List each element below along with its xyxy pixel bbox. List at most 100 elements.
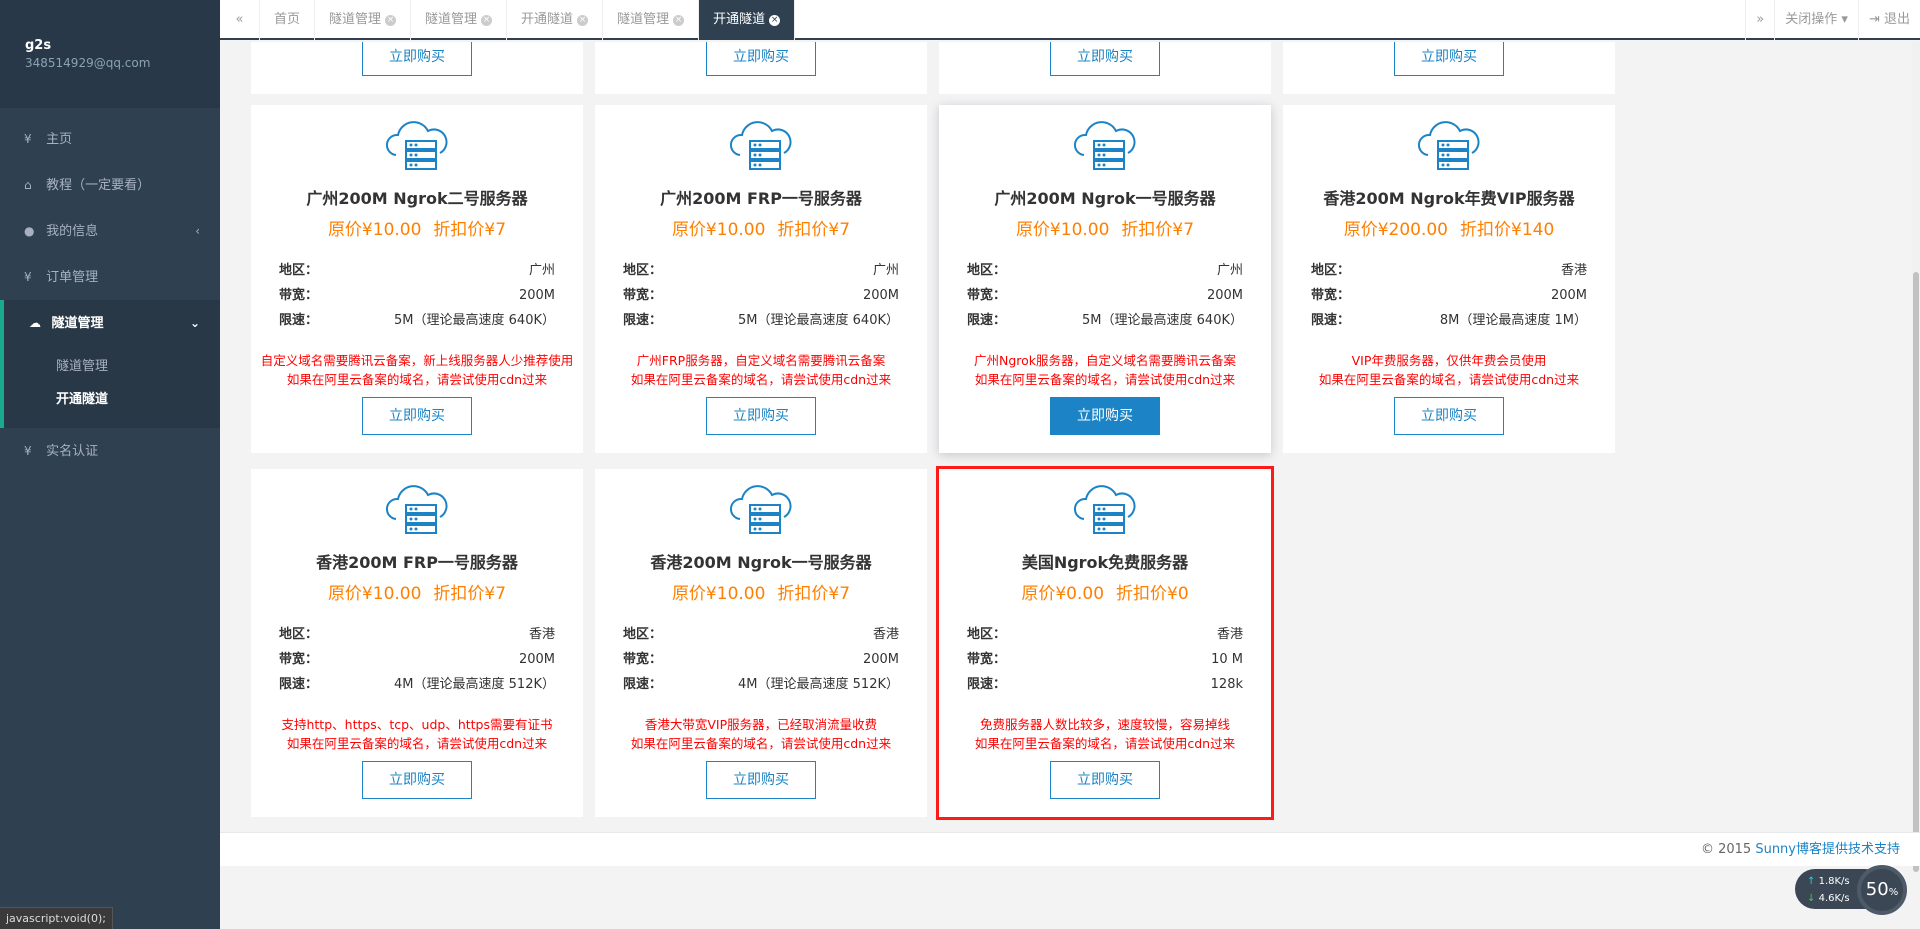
region-value: 香港: [1216, 627, 1243, 642]
browser-status-bar: javascript:void(0);: [0, 907, 113, 929]
logout-button[interactable]: ⇥ 退出: [1857, 0, 1920, 40]
tab-tunnel-manage[interactable]: 隧道管理 ×: [603, 0, 700, 40]
close-icon[interactable]: ×: [385, 15, 397, 26]
scroll-tabs-right-button[interactable]: »: [1745, 0, 1774, 40]
region-value: 香港: [528, 627, 555, 642]
server-card: 香港200M Ngrok年费VIP服务器 原价¥200.00 折扣价¥140 地区…: [1283, 105, 1615, 453]
buy-button[interactable]: 立即购买: [706, 761, 816, 799]
main-content: 立即购买 立即购买 立即购买 立即购买 广州200M Ngrok二号服务器 原价…: [220, 42, 1920, 832]
close-operations-dropdown[interactable]: 关闭操作 ▾: [1774, 0, 1858, 40]
speed-unit: K/s: [1834, 893, 1850, 904]
user-profile[interactable]: g2s 348514929@qq.com: [0, 0, 220, 108]
card-partial: 立即购买: [251, 42, 583, 94]
buy-button[interactable]: 立即购买: [1050, 397, 1160, 435]
buy-button[interactable]: 立即购买: [362, 42, 472, 76]
region-value: 香港: [1560, 263, 1587, 278]
buy-button[interactable]: 立即购买: [1394, 397, 1504, 435]
buy-button[interactable]: 立即购买: [706, 397, 816, 435]
bandwidth-label: 带宽：: [1311, 288, 1351, 303]
bandwidth-label: 带宽：: [623, 652, 663, 667]
server-title: 香港200M FRP一号服务器: [316, 553, 518, 572]
spec-list: 地区： 香港 带宽： 200M 限速： 8M（理论最高速度 1M）: [1311, 258, 1587, 333]
scrollbar-thumb[interactable]: [1913, 272, 1919, 872]
note-line: 如果在阿里云备案的域名，请尝试使用cdn过来: [630, 736, 892, 751]
limit-label: 限速：: [279, 313, 319, 328]
buy-button[interactable]: 立即购买: [362, 761, 472, 799]
upload-speed: 1.8: [1818, 876, 1835, 887]
tab-home[interactable]: 首页: [260, 0, 316, 40]
cloud-server-icon: [386, 485, 448, 534]
sidebar-item-my-info[interactable]: ● 我的信息 ‹: [0, 208, 220, 254]
buy-button[interactable]: 立即购买: [1394, 42, 1504, 76]
price: 原价¥200.00 折扣价¥140: [1283, 215, 1615, 240]
sidebar-item-home[interactable]: ¥ 主页: [0, 116, 220, 162]
note-line: 支持http、https、tcp、udp、https需要有证书: [281, 717, 553, 732]
discount-price: 折扣价¥7: [777, 220, 851, 240]
page-scrollbar[interactable]: [1912, 42, 1920, 872]
bandwidth-value: 200M: [518, 652, 555, 667]
tab-label: 隧道管理: [329, 12, 382, 27]
sidebar-subitem-open-tunnel[interactable]: 开通隧道: [4, 383, 220, 416]
sidebar-item-tutorial[interactable]: ⌂ 教程（一定要看）: [0, 162, 220, 208]
price: 原价¥10.00 折扣价¥7: [595, 215, 927, 240]
region-label: 地区：: [1311, 263, 1351, 278]
scroll-tabs-left-button[interactable]: «: [220, 0, 260, 40]
percent-value: 50: [1865, 879, 1889, 900]
server-note: 自定义域名需要腾讯云备案，新上线服务器人少推荐使用 如果在阿里云备案的域名，请尝试…: [251, 351, 583, 389]
bandwidth-value: 200M: [518, 288, 555, 303]
close-icon[interactable]: ×: [577, 15, 589, 26]
limit-value: 8M（理论最高速度 1M）: [1439, 313, 1587, 328]
copyright-text: © 2015: [1700, 842, 1756, 857]
price: 原价¥10.00 折扣价¥7: [595, 579, 927, 604]
buy-button[interactable]: 立即购买: [706, 42, 816, 76]
close-icon[interactable]: ×: [481, 15, 493, 26]
original-price: 原价¥10.00: [327, 584, 422, 604]
server-note: 香港大带宽VIP服务器，已经取消流量收费 如果在阿里云备案的域名，请尝试使用cdn…: [595, 715, 927, 753]
sidebar-item-tunnels[interactable]: ☁ 隧道管理 ⌄: [0, 300, 220, 346]
footer-link[interactable]: Sunny博客提供技术支持: [1755, 842, 1900, 857]
network-speed-widget[interactable]: ↑ 1.8K/s ↓ 4.6K/s 50%: [1795, 865, 1910, 915]
cloud-icon: ☁: [29, 316, 41, 330]
sidebar-item-realname[interactable]: ¥ 实名认证: [0, 428, 220, 474]
caret-down-icon: ▾: [1841, 12, 1848, 27]
card-partial: 立即购买: [595, 42, 927, 94]
server-card-selected: 美国Ngrok免费服务器 原价¥0.00 折扣价¥0 地区： 香港 带宽： 10 M …: [936, 466, 1274, 820]
region-label: 地区：: [623, 627, 663, 642]
limit-value: 4M（理论最高速度 512K）: [738, 677, 899, 692]
close-icon[interactable]: ×: [673, 15, 685, 26]
upload-arrow-icon: ↑: [1807, 876, 1816, 887]
server-title: 广州200M Ngrok二号服务器: [306, 189, 528, 208]
user-name: g2s: [25, 38, 52, 53]
sidebar-item-label: 隧道管理: [51, 316, 104, 331]
server-card: 香港200M Ngrok一号服务器 原价¥10.00 折扣价¥7 地区： 香港 带宽…: [595, 469, 927, 817]
price: 原价¥10.00 折扣价¥7: [251, 579, 583, 604]
server-card: 香港200M FRP一号服务器 原价¥10.00 折扣价¥7 地区： 香港 带宽： 2…: [251, 469, 583, 817]
buy-button[interactable]: 立即购买: [1050, 42, 1160, 76]
speed-unit: K/s: [1834, 876, 1850, 887]
discount-price: 折扣价¥7: [433, 220, 507, 240]
price: 原价¥10.00 折扣价¥7: [251, 215, 583, 240]
spec-list: 地区： 广州 带宽： 200M 限速： 5M（理论最高速度 640K）: [623, 258, 899, 333]
discount-price: 折扣价¥7: [1121, 220, 1195, 240]
server-note: VIP年费服务器，仅供年费会员使用 如果在阿里云备案的域名，请尝试使用cdn过来: [1283, 351, 1615, 389]
limit-label: 限速：: [279, 677, 319, 692]
sidebar-item-label: 教程（一定要看）: [46, 178, 151, 193]
tab-open-tunnel[interactable]: 开通隧道 ×: [507, 0, 604, 40]
sidebar-item-label: 实名认证: [46, 444, 99, 459]
discount-price: 折扣价¥0: [1116, 584, 1189, 604]
note-line: 如果在阿里云备案的域名，请尝试使用cdn过来: [630, 372, 892, 387]
bandwidth-label: 带宽：: [967, 288, 1007, 303]
buy-button[interactable]: 立即购买: [362, 397, 472, 435]
spec-list: 地区： 广州 带宽： 200M 限速： 5M（理论最高速度 640K）: [279, 258, 555, 333]
tab-open-tunnel-active[interactable]: 开通隧道 ×: [699, 0, 796, 40]
close-icon[interactable]: ×: [769, 15, 781, 26]
sidebar-item-orders[interactable]: ¥ 订单管理: [0, 254, 220, 300]
sidebar-item-label: 我的信息: [46, 224, 99, 239]
tab-tunnel-manage[interactable]: 隧道管理 ×: [315, 0, 412, 40]
sidebar-subitem-tunnel-manage[interactable]: 隧道管理: [4, 350, 220, 383]
bandwidth-value: 200M: [1550, 288, 1587, 303]
tab-tunnel-manage[interactable]: 隧道管理 ×: [411, 0, 508, 40]
spec-list: 地区： 香港 带宽： 10 M 限速： 128k: [967, 622, 1243, 697]
server-note: 广州Ngrok服务器，自定义域名需要腾讯云备案 如果在阿里云备案的域名，请尝试使用…: [939, 351, 1271, 389]
buy-button[interactable]: 立即购买: [1050, 761, 1160, 799]
